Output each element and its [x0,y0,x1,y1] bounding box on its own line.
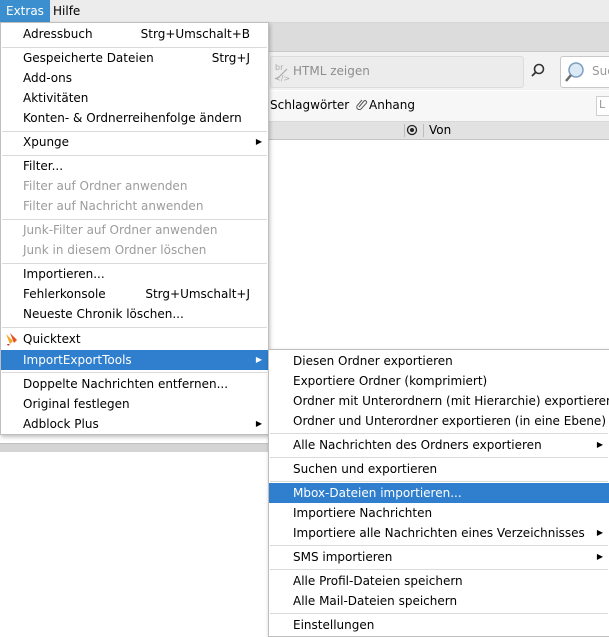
menu-item-doppelte-nachrichten[interactable]: Doppelte Nachrichten entfernen... [1,374,268,394]
quick-filter-placeholder: L [599,98,606,111]
menu-separator [270,457,608,458]
menu-item-importieren[interactable]: Importieren... [1,264,268,284]
submenu-item-alle-nachrichten[interactable]: Alle Nachrichten des Ordners exportieren… [269,435,609,455]
menu-separator [270,545,608,546]
magnifier-icon [565,62,584,82]
html-view-button[interactable]: br </> HTML zeigen [270,56,524,88]
search-input[interactable]: Suc [560,56,609,88]
search-icon[interactable] [528,60,548,82]
submenu-item-unterordner-hierarchie[interactable]: Ordner mit Unterordnern (mit Hierarchie)… [269,391,609,411]
submenu-arrow-icon: ▶ [255,419,262,428]
menu-item-filter-auf-nachricht: Filter auf Nachricht anwenden [23,199,204,213]
menubar: Extras Hilfe [0,0,609,23]
submenu-item-importiere-verzeichnis[interactable]: Importiere alle Nachrichten eines Verzei… [269,523,609,543]
menu-separator [270,613,608,614]
submenu-item-ordner-komprimiert[interactable]: Exportiere Ordner (komprimiert) [269,371,609,391]
submenu-arrow-icon: ▶ [255,137,262,146]
menu-item-filter[interactable]: Filter... [1,156,268,176]
message-list-header: Von [268,122,609,140]
submenu-item-mail-dateien[interactable]: Alle Mail-Dateien speichern [269,591,609,611]
menu-separator [270,569,608,570]
menu-item-gespeicherte-dateien[interactable]: Gespeicherte Dateien Strg+J [1,48,268,68]
html-code-icon: br </> [273,61,291,83]
menu-extras[interactable]: Extras [0,0,50,22]
menu-item-importexporttools[interactable]: ImportExportTools ▶ [1,350,268,370]
extras-menu: Adressbuch Strg+Umschalt+B Gespeicherte D… [0,22,269,435]
column-separator [404,124,405,137]
filter-attachment-button[interactable]: Anhang [369,98,415,112]
svg-text:</>: </> [274,74,290,83]
quick-filter-bar: Schlagwörter Anhang [268,91,609,122]
menu-item-filter-auf-ordner: Filter auf Ordner anwenden [23,179,188,193]
submenu-item-mbox-importieren[interactable]: Mbox-Dateien importieren... [269,483,609,503]
submenu-item-ordner-exportieren[interactable]: Diesen Ordner exportieren [269,351,609,371]
column-from[interactable]: Von [429,123,451,137]
submenu-arrow-icon: ▶ [255,355,262,364]
submenu-item-importiere-nachrichten[interactable]: Importiere Nachrichten [269,503,609,523]
submenu-arrow-icon: ▶ [596,528,603,537]
menu-item-chronik-loeschen[interactable]: Neueste Chronik löschen... [1,304,268,324]
menu-item-add-ons[interactable]: Add-ons [1,68,268,88]
menu-item-quicktext[interactable]: Quicktext [1,329,268,349]
submenu-item-sms-importieren[interactable]: SMS importieren ▶ [269,547,609,567]
menu-item-adressbuch[interactable]: Adressbuch Strg+Umschalt+B [1,24,268,44]
menu-separator [2,372,267,373]
menu-item-original-festlegen[interactable]: Original festlegen [1,394,268,414]
menu-separator [2,327,267,328]
svg-text:br: br [275,63,284,72]
menu-item-adblock-plus[interactable]: Adblock Plus ▶ [1,414,268,434]
submenu-item-profil-dateien[interactable]: Alle Profil-Dateien speichern [269,571,609,591]
submenu-item-einstellungen[interactable]: Einstellungen [269,615,609,635]
read-status-column-icon[interactable] [406,124,418,139]
submenu-arrow-icon: ▶ [596,552,603,561]
column-separator [423,124,424,137]
submenu-item-unterordner-ebene[interactable]: Ordner und Unterordner exportieren (in e… [269,411,609,431]
menu-separator [270,433,608,434]
search-placeholder: Suc [592,64,609,78]
submenu-item-suchen-exportieren[interactable]: Suchen und exportieren [269,459,609,479]
menu-item-aktivitaeten[interactable]: Aktivitäten [1,88,268,108]
menu-hilfe[interactable]: Hilfe [47,0,86,22]
menu-item-ordnerreihenfolge[interactable]: Konten- & Ordnerreihenfolge ändern [1,108,268,128]
html-view-label: HTML zeigen [293,64,370,78]
tab-bar [268,23,609,52]
menu-item-fehlerkonsole[interactable]: Fehlerkonsole Strg+Umschalt+J [1,284,268,304]
submenu-arrow-icon: ▶ [596,440,603,449]
quick-filter-input[interactable]: L [596,96,609,116]
pane-splitter[interactable] [0,443,268,452]
menu-separator [270,481,608,482]
menu-item-junk-filter: Junk-Filter auf Ordner anwenden [23,223,218,237]
importexporttools-submenu: Diesen Ordner exportieren Exportiere Ord… [268,349,609,637]
menu-item-xpunge[interactable]: Xpunge ▶ [1,132,268,152]
paperclip-icon [356,98,368,113]
filter-tags-button[interactable]: Schlagwörter [270,98,349,112]
menu-item-junk-loeschen: Junk in diesem Ordner löschen [23,243,207,257]
